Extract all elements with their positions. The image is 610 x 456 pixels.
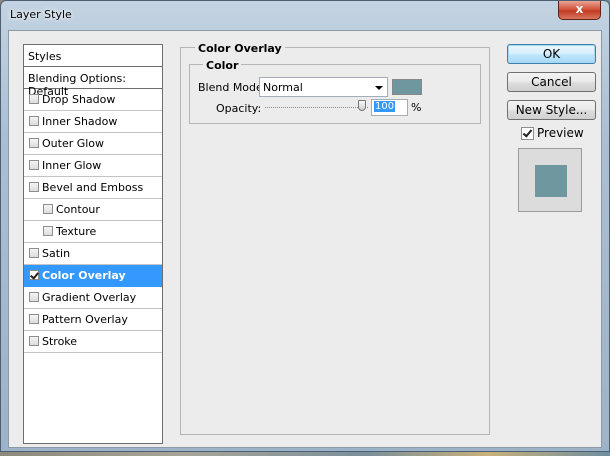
style-item-bevel-and-emboss[interactable]: Bevel and Emboss — [24, 177, 162, 199]
style-item-label: Gradient Overlay — [42, 291, 137, 304]
style-item-label: Inner Glow — [42, 159, 102, 172]
title-bar[interactable]: Layer Style x — [1, 1, 609, 29]
preview-swatch — [535, 165, 567, 197]
opacity-unit: % — [411, 101, 422, 114]
opacity-value: 100 — [374, 101, 396, 112]
style-item-label: Inner Shadow — [42, 115, 118, 128]
section-title: Color Overlay — [195, 42, 285, 55]
preview-checkbox[interactable] — [521, 127, 534, 140]
style-item-stroke[interactable]: Stroke — [24, 331, 162, 353]
outer-glow-checkbox[interactable] — [29, 138, 39, 148]
style-item-gradient-overlay[interactable]: Gradient Overlay — [24, 287, 162, 309]
inner-glow-checkbox[interactable] — [29, 160, 39, 170]
drop-shadow-checkbox[interactable] — [29, 94, 39, 104]
style-item-inner-glow[interactable]: Inner Glow — [24, 155, 162, 177]
opacity-slider-handle[interactable] — [358, 100, 366, 111]
style-item-label: Color Overlay — [42, 269, 126, 282]
styles-header[interactable]: Styles — [24, 45, 162, 67]
gradient-overlay-checkbox[interactable] — [29, 292, 39, 302]
style-item-label: Drop Shadow — [42, 93, 116, 106]
style-item-contour[interactable]: Contour — [24, 199, 162, 221]
color-overlay-checkbox[interactable] — [29, 270, 39, 280]
style-item-label: Stroke — [42, 335, 78, 348]
style-item-label: Pattern Overlay — [42, 313, 128, 326]
satin-checkbox[interactable] — [29, 248, 39, 258]
style-item-color-overlay[interactable]: Color Overlay — [24, 265, 162, 287]
blending-options-item[interactable]: Blending Options: Default — [24, 67, 162, 98]
style-item-pattern-overlay[interactable]: Pattern Overlay — [24, 309, 162, 331]
style-item-label: Satin — [42, 247, 71, 260]
style-item-inner-shadow[interactable]: Inner Shadow — [24, 111, 162, 133]
blend-mode-label: Blend Mode: — [198, 81, 267, 94]
style-item-drop-shadow[interactable]: Drop Shadow — [24, 89, 162, 111]
style-item-label: Bevel and Emboss — [42, 181, 144, 194]
blend-mode-select[interactable]: Normal — [259, 77, 388, 97]
close-button[interactable]: x — [558, 1, 601, 20]
style-preview — [518, 148, 582, 212]
style-item-texture[interactable]: Texture — [24, 221, 162, 243]
bevel-and-emboss-checkbox[interactable] — [29, 182, 39, 192]
dialog-body: Styles Blending Options: Default Drop Sh… — [8, 30, 602, 448]
texture-checkbox[interactable] — [43, 226, 53, 236]
ok-button[interactable]: OK — [507, 44, 596, 64]
stroke-checkbox[interactable] — [29, 336, 39, 346]
overlay-color-swatch[interactable] — [392, 79, 422, 95]
styles-list: Styles Blending Options: Default Drop Sh… — [23, 44, 163, 444]
blend-mode-value: Normal — [263, 81, 303, 94]
style-item-label: Outer Glow — [42, 137, 105, 150]
layer-style-dialog: Layer Style x Styles Blending Options: D… — [0, 0, 610, 452]
contour-checkbox[interactable] — [43, 204, 53, 214]
inner-shadow-checkbox[interactable] — [29, 116, 39, 126]
window-title: Layer Style — [10, 8, 72, 21]
style-item-outer-glow[interactable]: Outer Glow — [24, 133, 162, 155]
pattern-overlay-checkbox[interactable] — [29, 314, 39, 324]
style-item-label: Texture — [56, 225, 97, 238]
opacity-slider-track[interactable] — [265, 107, 368, 108]
style-item-label: Contour — [56, 203, 100, 216]
cancel-button[interactable]: Cancel — [507, 72, 596, 92]
new-style-button[interactable]: New Style... — [507, 100, 596, 120]
preview-label: Preview — [537, 126, 584, 140]
style-item-satin[interactable]: Satin — [24, 243, 162, 265]
chevron-down-icon — [375, 86, 383, 90]
close-icon: x — [575, 2, 584, 16]
opacity-input[interactable]: 100 — [371, 99, 408, 116]
subgroup-title: Color — [203, 59, 242, 72]
opacity-label: Opacity: — [216, 102, 262, 115]
